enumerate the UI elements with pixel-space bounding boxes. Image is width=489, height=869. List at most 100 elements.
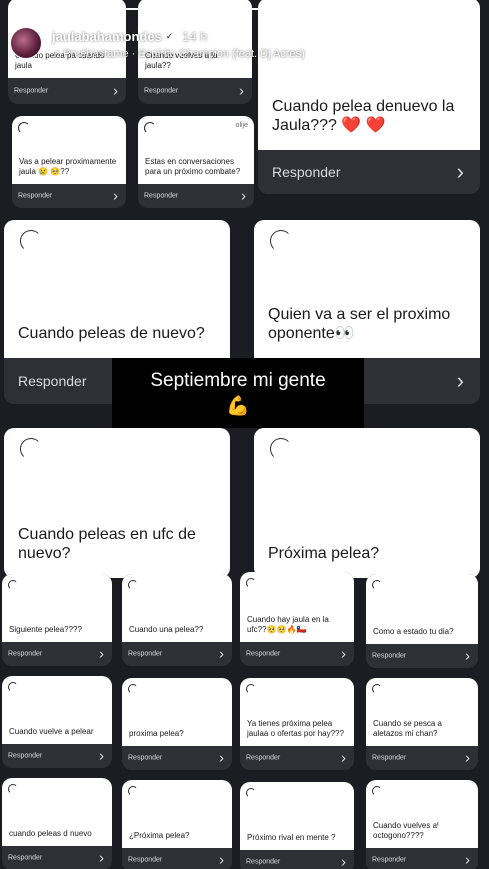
question-text: Próximo rival en mente ? [247,832,336,842]
more-icon[interactable] [436,34,460,58]
question-text: proxima pelea? [129,728,184,738]
reply-label: Responder [18,192,53,200]
reply-label: Responder [128,856,163,864]
speaker-muted-icon[interactable] [368,34,392,58]
reply-bar[interactable]: Responder › [366,644,478,668]
pause-glyph [406,37,418,53]
reply-bar[interactable]: Responder › [2,846,112,869]
story-progress-bar [10,8,479,10]
question-card[interactable]: Como a estado tu dia? Responder › [366,574,478,668]
asker-avatar [246,684,256,694]
question-card[interactable]: ¿Próxima pelea? Responder › [122,780,232,869]
question-card[interactable]: Siguiente pelea???? Responder › [2,574,112,666]
caption-sticker: Septiembre mi gente 💪 [112,358,364,428]
reply-bar[interactable]: Responder › [138,184,254,208]
story-viewer: Cuando pelea pa cuando jaula Responder › Cu… [0,0,489,869]
question-body: Como a estado tu dia? [366,574,478,644]
reply-label: Responder [14,87,49,95]
reply-label: Responder [128,650,163,658]
reply-bar[interactable]: Responder › [138,78,252,104]
chevron-right-icon: › [341,645,346,663]
reply-label: Responder [372,856,407,864]
question-text: Cuando se pesca a aletazos mi chan? [373,719,442,738]
reply-bar[interactable]: Responder › [122,848,232,869]
asker-avatar [128,580,138,590]
question-text: Estas en conversaciones para un próximo … [145,157,241,176]
reply-bar[interactable]: Responder › [8,78,126,104]
question-text: cuando peleas d nuevo [9,828,92,838]
reply-bar[interactable]: Responder › [240,850,354,869]
question-body: Cuando hay jaula en la ufc??🥺🥺🔥🇨🇱 [240,572,354,642]
reply-bar[interactable]: Responder › [2,744,112,768]
question-card[interactable]: Cuando vuelves al octogono???? Responder › [366,780,478,869]
question-card[interactable]: proxima pelea? Responder › [122,678,232,770]
question-text: ¿Próxima pelea? [129,830,190,840]
asker-avatar [372,580,382,590]
asker-avatar [372,786,382,796]
chevron-right-icon: › [99,645,104,663]
reply-label: Responder [246,754,281,762]
reply-bar[interactable]: Responder › [2,642,112,666]
question-body: Siguiente pelea???? [2,574,112,642]
question-text: Cuando una pelea?? [129,624,204,634]
reply-bar[interactable]: Responder › [122,642,232,666]
reply-bar[interactable]: Responder › [240,746,354,770]
reply-label: Responder [144,192,179,200]
asker-avatar [20,438,42,460]
chevron-right-icon: › [113,187,118,205]
reply-bar[interactable]: Responder › [366,746,478,770]
reply-bar[interactable]: Responder › [122,746,232,770]
asker-avatar [246,578,256,588]
asker-avatar [372,684,382,694]
asker-avatar [8,580,18,590]
question-body: cuando peleas d nuevo [2,778,112,846]
question-body: Cuando se pesca a aletazos mi chan? [366,678,478,746]
username[interactable]: jaulabahamondes [52,29,162,44]
reply-label: Responder [8,854,43,862]
question-text: Cuando vuelve a pelear [9,726,94,736]
caption-text: Septiembre mi gente [150,370,326,391]
asker-avatar [8,682,18,692]
asker-avatar [128,684,138,694]
reply-label: Responder [128,754,163,762]
caption-emoji: 💪 [226,396,250,417]
reply-bar[interactable]: Responder › [12,184,126,208]
question-card[interactable]: Cuando se pesca a aletazos mi chan? Respo… [366,678,478,770]
reply-label: Responder [372,754,407,762]
reply-bar[interactable]: Responder › [366,848,478,869]
question-body: Cuando una pelea?? [122,574,232,642]
chevron-right-icon: › [465,749,470,767]
chevron-right-icon: › [219,749,224,767]
question-text: Cuando peleas de nuevo? [18,325,205,343]
question-card[interactable]: Cuando hay jaula en la ufc??🥺🥺🔥🇨🇱 Respond… [240,572,354,666]
question-body: Quien va a ser el proximo oponente👀 [254,220,480,358]
question-text: Próxima pelea? [268,545,380,563]
question-card[interactable]: Vas a pelear proximamente jaula 😢 🥺?? Res… [12,116,126,208]
reply-label: Responder [246,858,281,866]
reply-label: Responder [144,87,179,95]
send-icon[interactable] [434,822,460,848]
avatar[interactable] [10,27,42,59]
question-text: Cuando pelea denuevo la Jaula??? ❤️ ❤️ [272,98,455,135]
chevron-right-icon: › [465,647,470,665]
asker-avatar [270,230,292,252]
question-card[interactable]: Cuando una pelea?? Responder › [122,574,232,666]
question-body: Cuando peleas en ufc de nuevo? [4,428,230,578]
asker-avatar [128,786,138,796]
reply-bar[interactable]: Responder › [240,642,354,666]
question-card[interactable]: Próxima pelea? [254,428,480,578]
pause-icon[interactable] [400,34,424,58]
question-text: Cuando peleas en ufc de nuevo? [18,526,196,563]
question-body: olije Estas en conversaciones para un pró… [138,116,254,184]
question-card[interactable]: Ya tienes próxima pelea jaulaa o ofertas… [240,678,354,770]
story-header: jaulabahamondes ✓ 14 h ♫ Pruébastame · Es… [0,0,489,70]
asker-avatar [8,784,18,794]
question-card[interactable]: olije Estas en conversaciones para un pró… [138,116,254,208]
question-card[interactable]: Cuando peleas en ufc de nuevo? [4,428,230,578]
chevron-right-icon: › [99,747,104,765]
question-card[interactable]: Próximo rival en mente ? Responder › [240,782,354,869]
music-label[interactable]: ♫ Pruébastame · Espíritu Champion (feat. … [52,48,305,60]
reply-bar[interactable]: Responder › [258,150,480,194]
question-card[interactable]: cuando peleas d nuevo Responder › [2,778,112,869]
question-card[interactable]: Cuando vuelve a pelear Responder › [2,676,112,768]
